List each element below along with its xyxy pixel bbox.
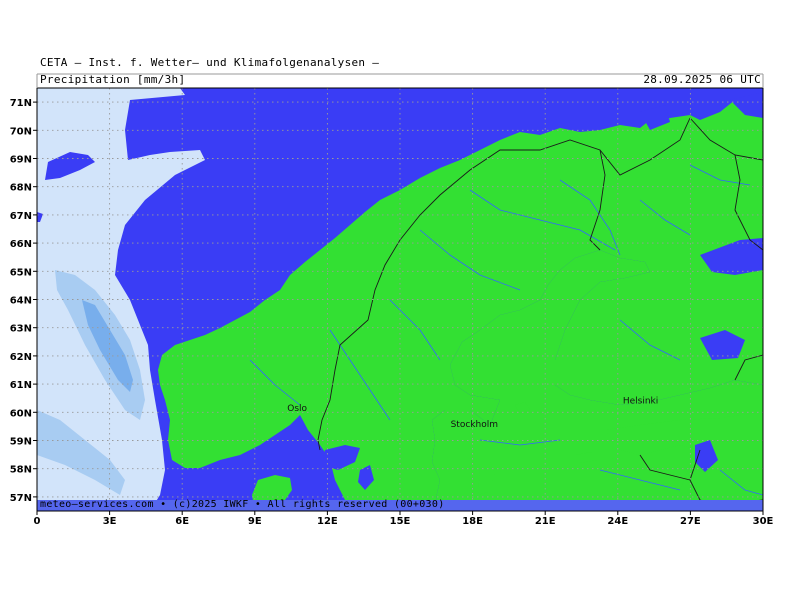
longitude-label: 12E — [317, 516, 338, 527]
longitude-label: 18E — [462, 516, 483, 527]
latitude-label: 68N — [10, 183, 32, 194]
latitude-label: 60N — [10, 408, 32, 419]
longitude-label: 15E — [390, 516, 411, 527]
longitude-label: 0 — [34, 516, 41, 527]
copyright-footer: meteo—services.com • (c)2025 IWKF • All … — [40, 499, 445, 510]
city-label: Helsinki — [623, 397, 658, 407]
longitude-label: 9E — [248, 516, 262, 527]
latitude-label: 57N — [10, 493, 32, 504]
longitude-labels: 0 3E 6E 9E 12E 15E 18E 21E 24E 27E 30E — [34, 511, 774, 527]
latitude-label: 67N — [10, 211, 32, 222]
parameter-label: Precipitation [mm/3h] — [40, 73, 186, 86]
latitude-label: 65N — [10, 267, 32, 278]
city-label: Stockholm — [451, 420, 498, 430]
longitude-label: 21E — [535, 516, 556, 527]
latitude-label: 63N — [10, 324, 32, 335]
latitude-label: 62N — [10, 352, 32, 363]
weather-map: 71N 70N 69N 68N 67N 66N 65N 64N 63N 62N 61N 60N 59N 5… — [10, 73, 774, 527]
valid-time: 28.09.2025 06 UTC — [643, 73, 761, 86]
latitude-label: 70N — [10, 126, 32, 137]
city-label: Oslo — [287, 404, 307, 414]
longitude-label: 24E — [607, 516, 628, 527]
latitude-label: 71N — [10, 98, 32, 109]
institute-title: CETA — Inst. f. Wetter— und Klimafolgena… — [40, 56, 380, 69]
latitude-label: 69N — [10, 155, 32, 166]
longitude-label: 30E — [753, 516, 774, 527]
latitude-labels: 71N 70N 69N 68N 67N 66N 65N 64N 63N 62N 61N 60N 59N 5… — [10, 98, 37, 504]
latitude-label: 61N — [10, 380, 32, 391]
latitude-label: 59N — [10, 437, 32, 448]
latitude-label: 64N — [10, 296, 32, 307]
latitude-label: 66N — [10, 239, 32, 250]
longitude-label: 3E — [103, 516, 117, 527]
longitude-label: 6E — [175, 516, 189, 527]
latitude-label: 58N — [10, 465, 32, 476]
longitude-label: 27E — [680, 516, 701, 527]
